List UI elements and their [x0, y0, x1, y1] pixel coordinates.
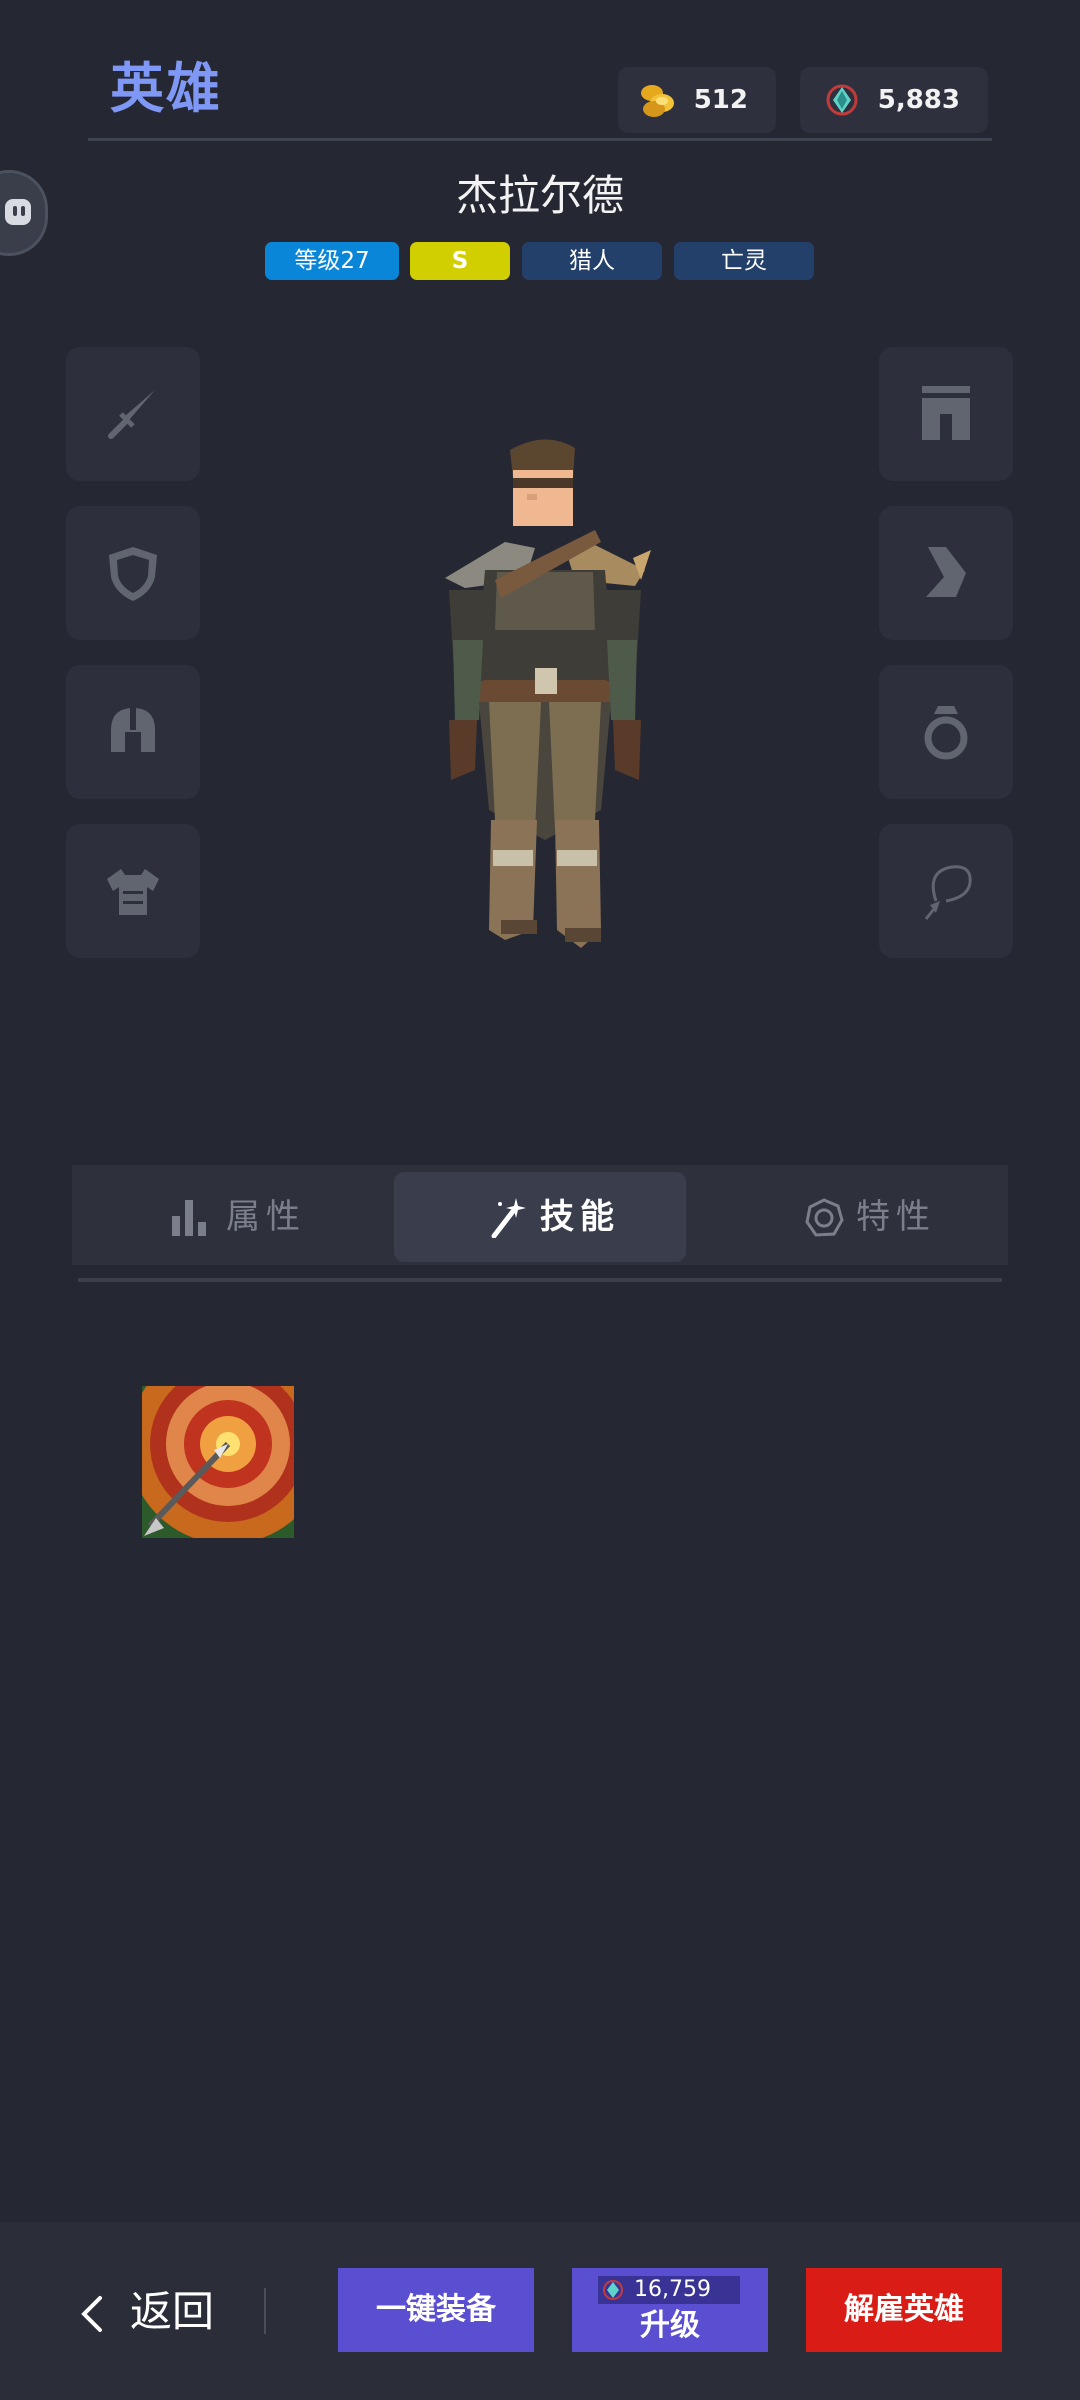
boots-icon — [926, 547, 966, 597]
target-arrow-skill-icon — [142, 1386, 294, 1538]
hero-name: 杰拉尔德 — [455, 171, 624, 220]
gem-icon — [603, 2280, 623, 2300]
sword-icon — [108, 390, 155, 439]
race-badge: 亡灵 — [674, 242, 814, 280]
page-title: 英雄 — [110, 57, 222, 120]
upgrade-cost: 16,759 — [634, 2277, 711, 2302]
rank-badge: S — [410, 242, 510, 280]
chevron-left-icon — [81, 2296, 102, 2332]
tab-attributes-label: 属性 — [226, 1197, 306, 1237]
helmet-slot[interactable] — [66, 665, 200, 799]
tab-traits-label: 特性 — [856, 1197, 936, 1237]
shield-icon — [109, 547, 157, 601]
dismiss-hero-button[interactable]: 解雇英雄 — [806, 2268, 1002, 2352]
boots-slot[interactable] — [879, 506, 1013, 640]
legs-slot[interactable] — [879, 347, 1013, 481]
gold-counter[interactable]: 512 — [618, 67, 776, 133]
level-badge: 等级27 — [265, 242, 399, 280]
skill-slot[interactable] — [142, 1386, 294, 1538]
armor-slot[interactable] — [66, 824, 200, 958]
upgrade-button[interactable]: 16,759 升级 — [572, 2268, 768, 2352]
gold-coins-icon — [641, 85, 674, 117]
tab-divider — [78, 1278, 1002, 1282]
trait-icon — [805, 1198, 844, 1237]
bar-chart-icon — [172, 1200, 206, 1236]
pants-icon — [922, 386, 970, 440]
amulet-slot[interactable] — [879, 824, 1013, 958]
ring-slot[interactable] — [879, 665, 1013, 799]
helmet-icon — [111, 708, 155, 752]
chest-armor-icon — [107, 869, 159, 915]
gem-amount: 5,883 — [877, 85, 960, 115]
weapon-slot[interactable] — [66, 347, 200, 481]
magic-wand-icon — [491, 1198, 526, 1238]
tab-attributes[interactable]: 属性 — [130, 1172, 330, 1262]
upgrade-label: 升级 — [640, 2308, 700, 2343]
gem-icon — [826, 84, 858, 116]
class-badge: 猎人 — [522, 242, 662, 280]
gem-counter[interactable]: 5,883 — [800, 67, 988, 133]
ring-icon — [924, 706, 968, 760]
hero-character-model — [445, 439, 651, 948]
equip-all-button[interactable]: 一键装备 — [338, 2268, 534, 2352]
tab-traits[interactable]: 特性 — [790, 1172, 990, 1262]
upgrade-cost-box: 16,759 — [598, 2276, 740, 2304]
tab-skills-label: 技能 — [540, 1197, 620, 1237]
back-label: 返回 — [130, 2287, 215, 2336]
footer-divider — [264, 2288, 266, 2334]
necklace-icon — [924, 865, 972, 920]
shield-slot[interactable] — [66, 506, 200, 640]
header-divider — [88, 138, 992, 141]
tab-skills[interactable]: 技能 — [394, 1172, 686, 1262]
gold-amount: 512 — [693, 85, 748, 115]
